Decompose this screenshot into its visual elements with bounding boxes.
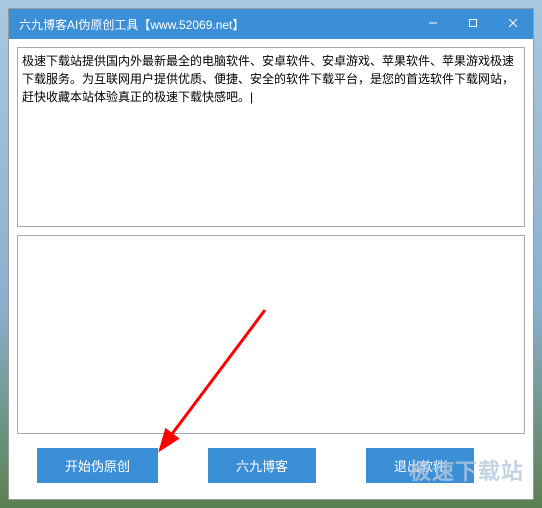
window-controls (413, 9, 533, 39)
titlebar: 六九博客AI伪原创工具【www.52069.net】 (9, 9, 533, 39)
maximize-icon (468, 17, 478, 31)
app-window: 六九博客AI伪原创工具【www.52069.net】 开始伪原创 (8, 8, 534, 500)
content-area: 开始伪原创 六九博客 退出软件 (9, 39, 533, 499)
start-button[interactable]: 开始伪原创 (37, 448, 158, 483)
input-textarea[interactable] (17, 47, 525, 227)
output-textarea[interactable] (17, 235, 525, 434)
window-title: 六九博客AI伪原创工具【www.52069.net】 (19, 16, 413, 33)
maximize-button[interactable] (453, 9, 493, 39)
minimize-icon (428, 17, 438, 31)
close-icon (508, 17, 518, 31)
close-button[interactable] (493, 9, 533, 39)
blog-button[interactable]: 六九博客 (208, 448, 316, 483)
minimize-button[interactable] (413, 9, 453, 39)
button-row: 开始伪原创 六九博客 退出软件 (17, 442, 525, 491)
exit-button[interactable]: 退出软件 (366, 448, 474, 483)
